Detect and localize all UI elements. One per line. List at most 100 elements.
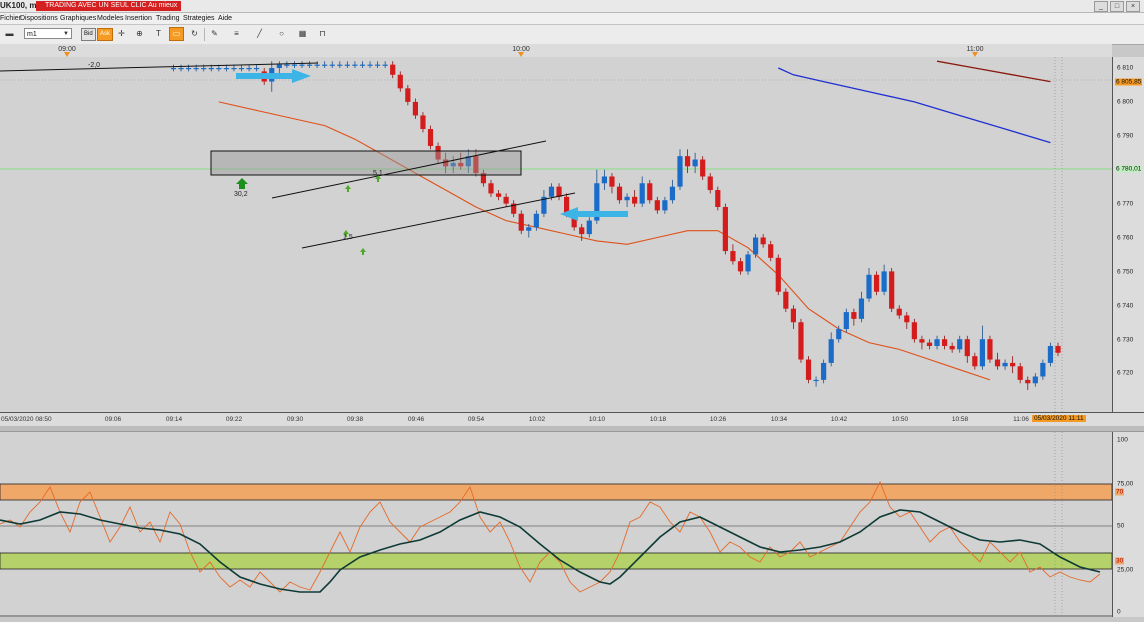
candle-body	[964, 339, 970, 357]
bid-button[interactable]: Bid	[81, 28, 96, 41]
candle-body	[632, 196, 638, 204]
candle-body	[420, 115, 426, 130]
window-controls: _ □ ×	[1094, 1, 1140, 12]
comment-icon[interactable]: ▭	[169, 27, 184, 41]
menu-fichier[interactable]: Fichier	[0, 13, 21, 24]
trendline-icon[interactable]: ╱	[253, 28, 266, 40]
menu-insertion[interactable]: Insertion	[125, 13, 152, 24]
one-click-trading-banner[interactable]: TRADING AVEC UN SEUL CLIC Au mieux	[36, 1, 182, 11]
time-tick: 09:54	[467, 416, 485, 423]
menu-aide[interactable]: Aide	[218, 13, 232, 24]
crosshair-icon[interactable]: ✛	[115, 28, 128, 40]
close-button[interactable]: ×	[1126, 1, 1140, 12]
candle-body	[873, 274, 880, 292]
candle-body	[858, 298, 865, 319]
time-tick: 09:22	[225, 416, 243, 423]
chevron-down-icon: ▼	[63, 31, 69, 37]
title-bar: UK100, m1 TRADING AVEC UN SEUL CLIC Au m…	[0, 0, 1144, 13]
annotation-label: -2,0	[88, 62, 100, 69]
time-tick: 10:50	[891, 416, 909, 423]
text-icon[interactable]: T	[152, 28, 165, 40]
time-tick: 10:18	[649, 416, 667, 423]
candle-body	[337, 64, 343, 66]
zoom-icon[interactable]: ⊕	[133, 28, 146, 40]
arrow-left-icon-2	[560, 207, 628, 221]
maximize-button[interactable]: □	[1110, 1, 1124, 12]
lines-icon[interactable]: ≡	[230, 28, 243, 40]
minimize-button[interactable]: _	[1094, 1, 1108, 12]
price-tick: 6 800	[1117, 98, 1134, 106]
menu-strategies[interactable]: Strategies	[183, 13, 215, 24]
menu-trading[interactable]: Trading	[156, 13, 179, 24]
candle-body	[216, 68, 222, 70]
candle-body	[972, 356, 978, 367]
window-title: UK100, m1	[0, 1, 41, 10]
candle-body	[533, 213, 539, 228]
candle-body	[881, 271, 887, 292]
candle-body	[942, 339, 948, 346]
candle-body	[994, 359, 1001, 367]
candle-body	[503, 196, 509, 204]
candle-body	[700, 159, 706, 177]
candle-body	[775, 257, 781, 292]
chart-type-icon[interactable]: ▬	[3, 28, 16, 40]
pencil-icon[interactable]: ✎	[208, 28, 221, 40]
price-chart[interactable]: -2,0 30,2 5,1 1,5	[0, 57, 1112, 412]
candle-body	[639, 183, 645, 204]
candle-body	[405, 88, 411, 102]
menu-graphiques[interactable]: Graphiques	[60, 13, 96, 24]
candle-body	[254, 68, 260, 70]
oscillator-canvas[interactable]	[0, 432, 1113, 617]
timeframe-select[interactable]: m1 ▼	[24, 28, 72, 39]
candle-body	[223, 68, 229, 70]
candle-body	[246, 68, 252, 70]
candle-body	[322, 64, 328, 66]
time-tick: 10:10	[588, 416, 606, 423]
candle-body	[828, 339, 834, 363]
candle-body	[231, 68, 237, 70]
signal-up-icon-4	[360, 248, 366, 255]
candle-body	[889, 271, 895, 309]
candle-body	[745, 254, 751, 272]
candle-body	[1017, 366, 1023, 380]
osc-tick: 25,00	[1117, 566, 1134, 574]
candle-body	[526, 227, 532, 231]
magnet-icon[interactable]: ⊓	[316, 28, 329, 40]
candle-body	[178, 68, 184, 70]
candle-body	[647, 183, 653, 201]
time-tick: 10:02	[528, 416, 546, 423]
candle-body	[783, 291, 789, 309]
candle-body	[684, 156, 691, 167]
refresh-icon[interactable]: ↻	[188, 28, 201, 40]
candle-body	[1025, 379, 1031, 384]
rectangle-zone[interactable]	[210, 150, 522, 176]
menu-dispositions[interactable]: Dispositions	[20, 13, 58, 24]
candle-body	[495, 193, 502, 197]
candlesticks	[170, 61, 1061, 391]
price-tick: 6 760	[1117, 234, 1134, 242]
time-tick: 10:26	[709, 416, 727, 423]
time-tick: 09:06	[104, 416, 122, 423]
current-price-badge: 6 805,85	[1115, 78, 1143, 86]
price-axis[interactable]: 6 810 6 800 6 790 6 770 6 760 6 750 6 74…	[1112, 57, 1144, 412]
layout-icon[interactable]: ▦	[296, 28, 309, 40]
candle-body	[730, 251, 736, 262]
candle-body	[1010, 362, 1016, 367]
price-chart-canvas[interactable]: -2,0 30,2 5,1 1,5	[0, 57, 1112, 412]
level-price-badge: 6 780,01	[1115, 165, 1143, 173]
candle-body	[314, 64, 320, 66]
time-tick: 11:06	[1013, 416, 1029, 423]
candle-body	[375, 64, 381, 66]
candle-body	[836, 329, 842, 340]
candle-body	[707, 176, 713, 191]
candle-body	[299, 64, 305, 66]
candle-body	[813, 379, 819, 382]
price-tick: 6 740	[1117, 302, 1134, 310]
oversold-badge: 30	[1115, 557, 1125, 565]
oscillator-panel[interactable]	[0, 432, 1113, 617]
menu-modeles[interactable]: Modeles	[97, 13, 123, 24]
ask-button[interactable]: Ask	[97, 28, 114, 41]
candle-body	[390, 64, 396, 75]
circle-icon[interactable]: ○	[275, 28, 288, 40]
time-tick: 10:42	[830, 416, 848, 423]
